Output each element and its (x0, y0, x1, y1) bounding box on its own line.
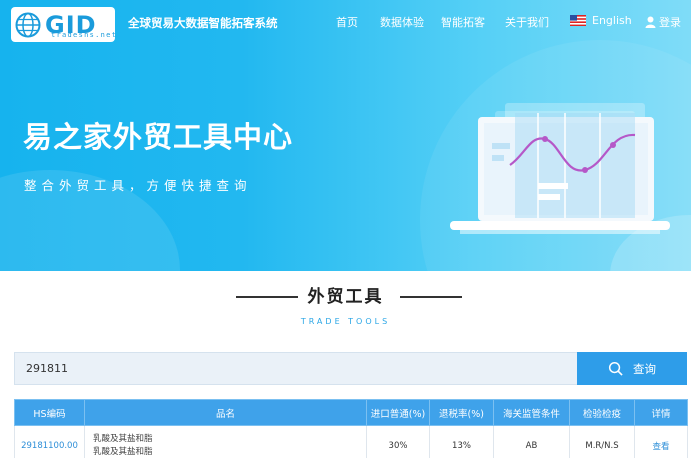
inspection-cell: M.R/N.S (569, 425, 635, 458)
logo[interactable]: GID tradesns.net (11, 7, 118, 42)
hs-code-cell[interactable]: 29181100.00 (14, 425, 85, 458)
table-header-row: HS编码 品名 进口普通(%) 退税率(%) 海关监管条件 检验检疫 详情 (14, 399, 688, 426)
search-icon (608, 361, 623, 376)
col-import-general[interactable]: 进口普通(%) (366, 399, 430, 426)
us-flag-icon (570, 15, 586, 26)
hero-banner: GID tradesns.net 全球贸易大数据智能拓客系统 首页 数据体验 智… (0, 0, 691, 271)
import-general-cell: 30% (366, 425, 430, 458)
nav-language[interactable]: English (570, 14, 632, 27)
nav-home[interactable]: 首页 (336, 14, 358, 30)
globe-icon (15, 12, 41, 37)
nav-data-trial[interactable]: 数据体验 (380, 14, 424, 30)
search-button-label: 查询 (633, 361, 656, 376)
heading-divider-left (236, 296, 298, 298)
product-name-cell: 乳酸及其盐和脂 乳酸及其盐和脂 (84, 425, 367, 458)
section-subtitle: TRADE TOOLS (300, 317, 391, 326)
language-label: English (592, 14, 632, 27)
section-heading: 外贸工具 (0, 282, 691, 307)
logo-domain: tradesns.net (51, 31, 118, 39)
view-detail-link[interactable]: 查看 (634, 425, 688, 458)
section-title: 外贸工具 (307, 287, 384, 307)
col-rebate-rate[interactable]: 退税率(%) (429, 399, 494, 426)
table-row: 29181100.00 乳酸及其盐和脂 乳酸及其盐和脂 30% 13% AB M… (14, 425, 688, 458)
hero-title: 易之家外贸工具中心 (23, 120, 294, 154)
tariff-table: HS编码 品名 进口普通(%) 退税率(%) 海关监管条件 检验检疫 详情 29… (14, 399, 688, 458)
col-inspection[interactable]: 检验检疫 (569, 399, 635, 426)
nav-ai-prospecting[interactable]: 智能拓客 (441, 14, 485, 30)
product-name-line: 乳酸及其盐和脂 (93, 433, 153, 444)
site-name: 全球贸易大数据智能拓客系统 (128, 16, 278, 30)
user-icon (645, 16, 656, 28)
login-label: 登录 (659, 16, 681, 29)
hs-search-input[interactable] (14, 352, 577, 385)
hero-subtitle: 整合外贸工具，方便快捷查询 (24, 178, 252, 193)
col-product-name[interactable]: 品名 (84, 399, 367, 426)
col-hs-code[interactable]: HS编码 (14, 399, 85, 426)
nav-about[interactable]: 关于我们 (505, 14, 549, 30)
product-name-line: 乳酸及其盐和脂 (93, 446, 153, 457)
search-button[interactable]: 查询 (577, 352, 687, 385)
nav-login[interactable]: 登录 (645, 14, 681, 30)
col-customs-condition[interactable]: 海关监管条件 (493, 399, 570, 426)
heading-divider-right (400, 296, 462, 298)
customs-condition-cell: AB (493, 425, 570, 458)
laptop-chart-illustration (450, 103, 670, 234)
col-detail[interactable]: 详情 (634, 399, 688, 426)
rebate-rate-cell: 13% (429, 425, 494, 458)
